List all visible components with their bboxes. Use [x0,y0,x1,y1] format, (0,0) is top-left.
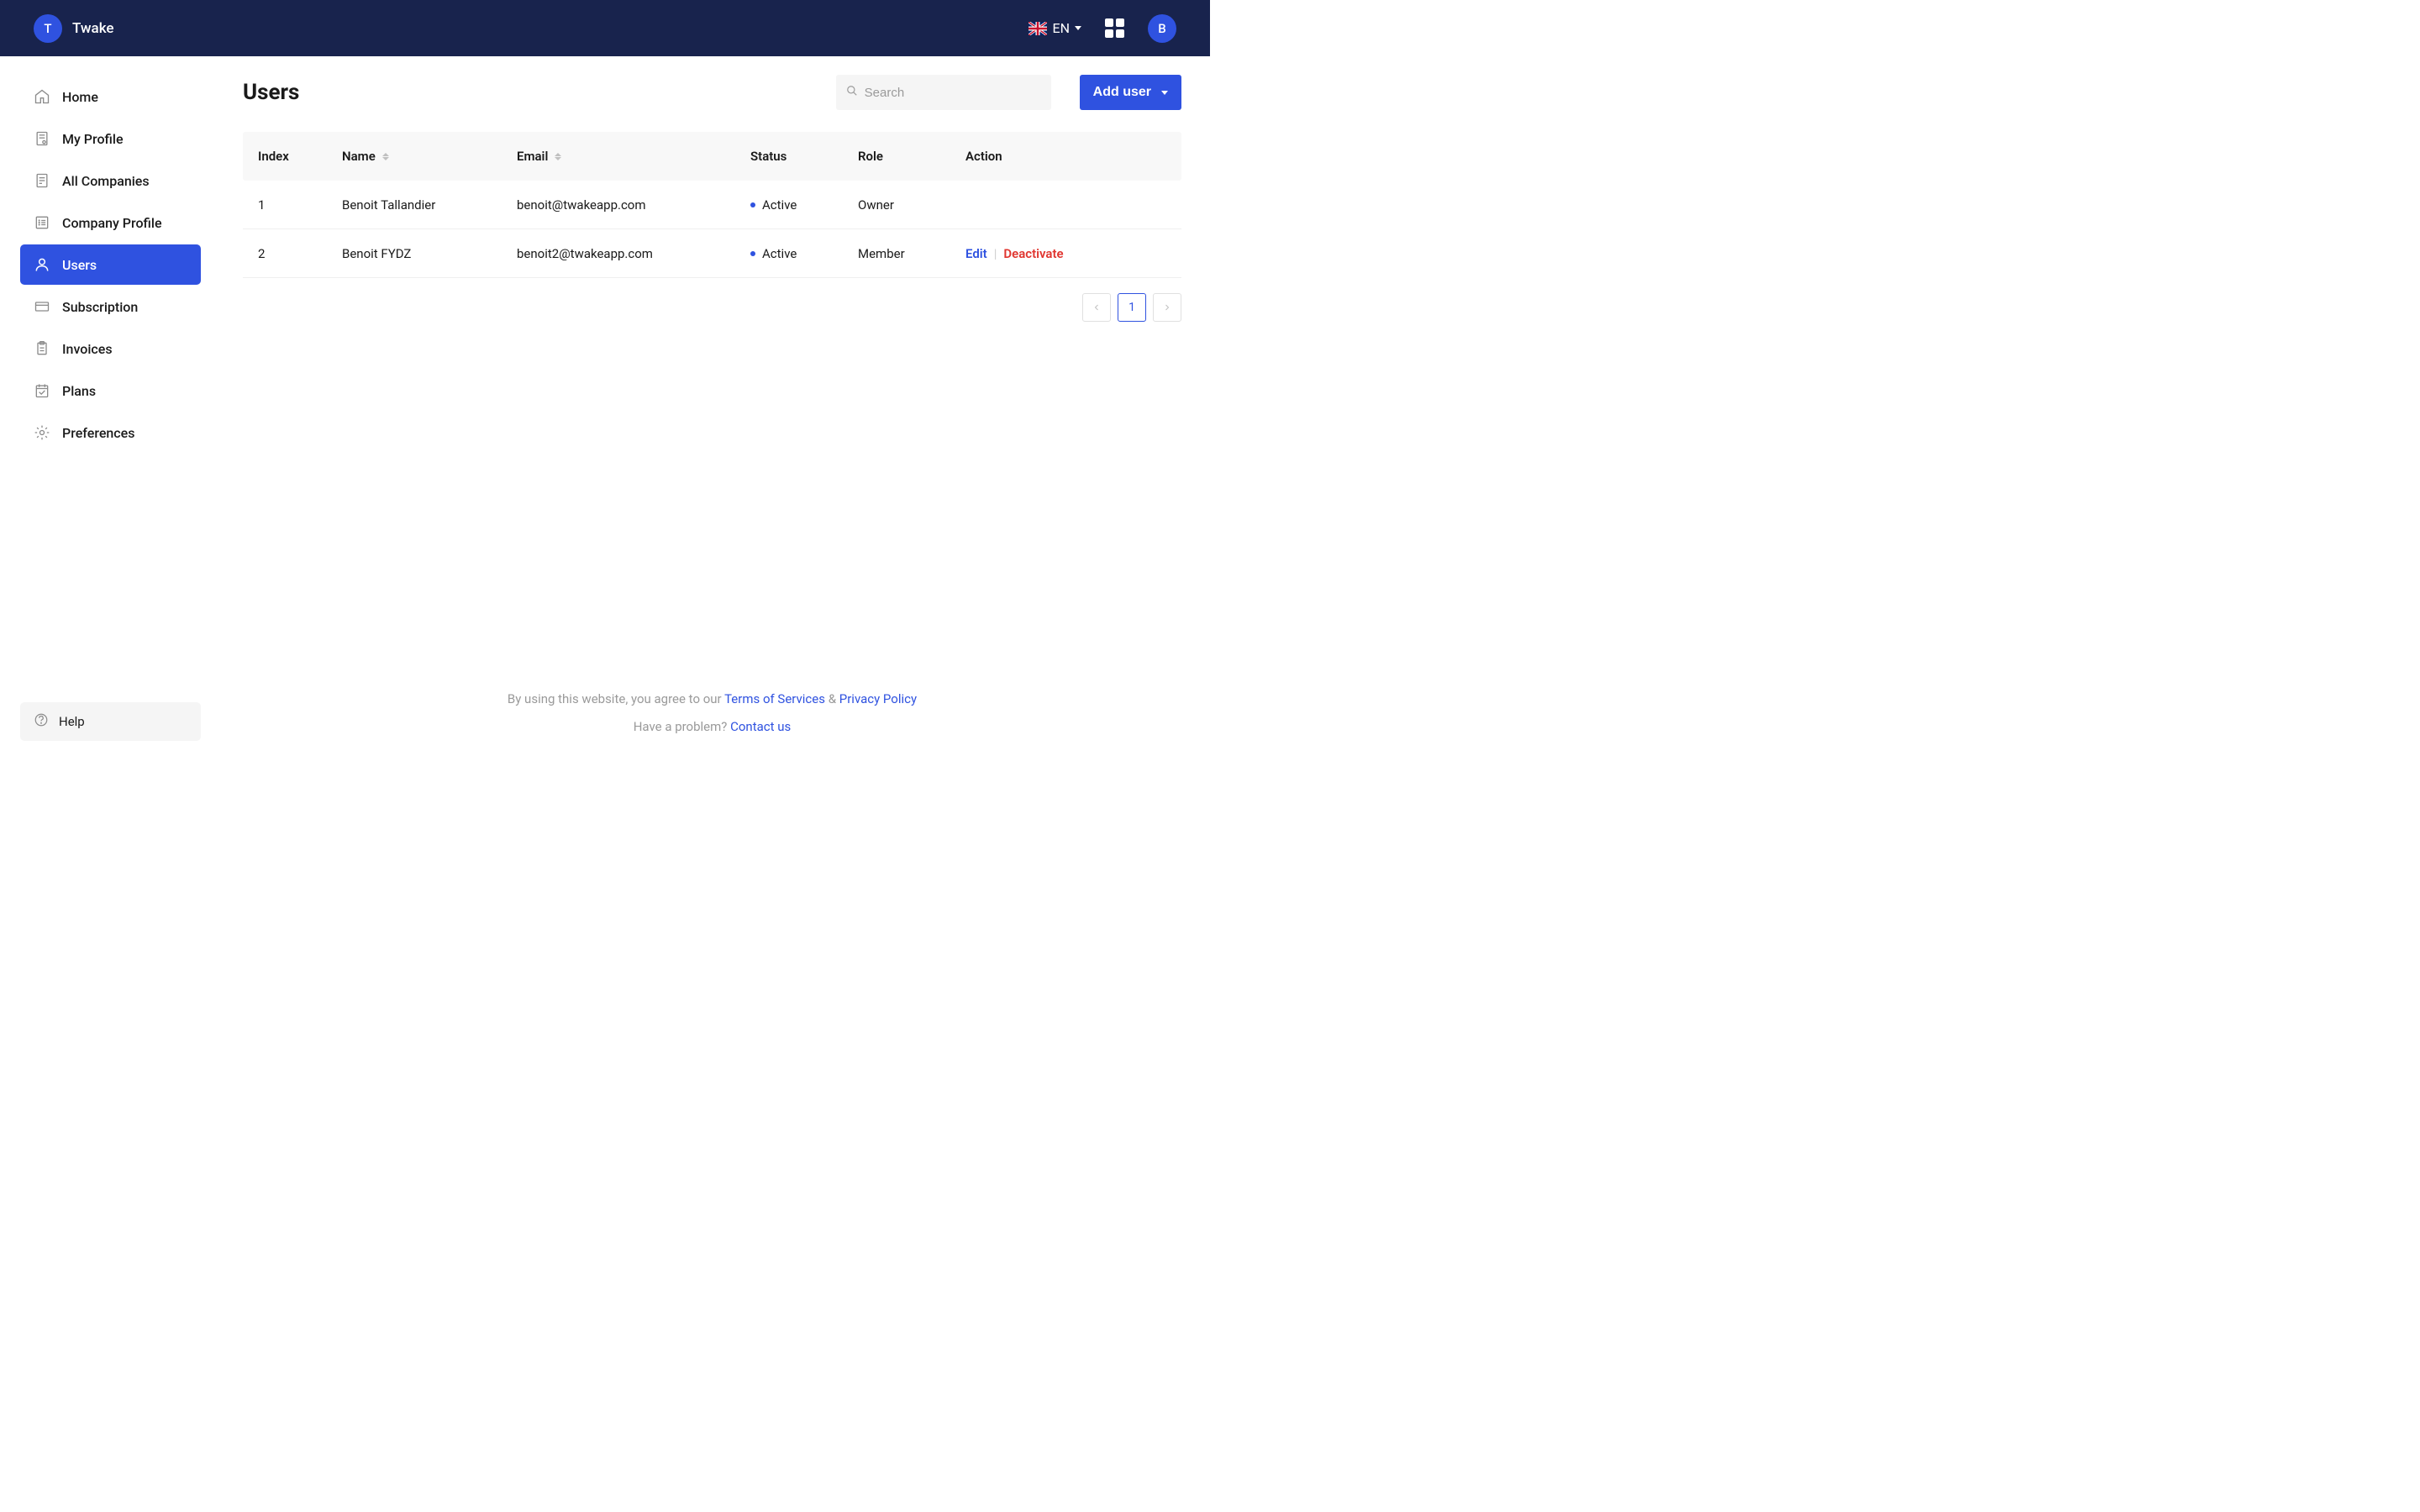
cell-status: Active [750,246,858,261]
apps-grid-icon[interactable] [1105,18,1124,38]
sidebar-item-label: Users [62,257,97,273]
add-user-button[interactable]: Add user [1080,75,1181,110]
header: T Twake EN B [0,0,1210,56]
document-icon [34,172,50,189]
status-dot-icon [750,202,755,207]
cell-action: Edit | Deactivate [965,246,1166,261]
col-email[interactable]: Email [517,149,750,164]
status-dot-icon [750,251,755,256]
cell-email: benoit2@twakeapp.com [517,246,750,261]
footer-prefix: By using this website, you agree to our [508,691,724,706]
terms-link[interactable]: Terms of Services [724,691,825,706]
help-button[interactable]: Help [20,702,201,741]
user-icon [34,256,50,273]
list-icon [34,214,50,231]
page-prev[interactable] [1082,293,1111,322]
header-right: EN B [1028,14,1176,43]
privacy-link[interactable]: Privacy Policy [839,691,917,706]
search-box[interactable] [836,75,1051,110]
header-left: T Twake [34,14,114,43]
cell-email: benoit@twakeapp.com [517,197,750,213]
calendar-check-icon [34,382,50,399]
cell-name: Benoit FYDZ [342,246,517,261]
caret-down-icon [1075,26,1081,30]
page-next[interactable] [1153,293,1181,322]
flag-uk-icon [1028,22,1047,35]
cell-name: Benoit Tallandier [342,197,517,213]
main-content: Users Add user Index Name [221,56,1210,756]
sidebar-item-label: Home [62,89,98,105]
help-label: Help [59,714,85,729]
sidebar-item-all-companies[interactable]: All Companies [20,160,201,201]
sidebar-item-plans[interactable]: Plans [20,370,201,411]
home-icon [34,88,50,105]
cell-index: 2 [258,246,342,261]
footer-problem-prefix: Have a problem? [634,719,730,734]
sidebar-item-label: Invoices [62,341,113,357]
card-icon [34,298,50,315]
page-actions: Add user [836,75,1181,110]
sidebar-item-my-profile[interactable]: My Profile [20,118,201,159]
pagination: 1 [243,293,1181,322]
page-header: Users Add user [243,75,1181,110]
deactivate-link[interactable]: Deactivate [1003,246,1063,261]
table-row: 1Benoit Tallandierbenoit@twakeapp.comAct… [243,181,1181,229]
footer-amp: & [825,691,839,706]
profile-doc-icon [34,130,50,147]
table-body: 1Benoit Tallandierbenoit@twakeapp.comAct… [243,181,1181,278]
caret-down-icon [1161,91,1168,95]
sidebar-item-users[interactable]: Users [20,244,201,285]
sidebar-item-label: Subscription [62,299,138,315]
search-icon [846,85,858,100]
action-divider: | [994,246,997,261]
sidebar: Home My Profile All Companies Company Pr… [0,56,221,756]
sidebar-item-preferences[interactable]: Preferences [20,412,201,453]
table-header: Index Name Email Status Role Action [243,132,1181,181]
search-input[interactable] [865,86,1041,100]
col-action: Action [965,149,1166,164]
sidebar-item-label: Preferences [62,425,134,441]
sidebar-item-invoices[interactable]: Invoices [20,328,201,369]
sort-icon [555,153,561,160]
table-row: 2Benoit FYDZbenoit2@twakeapp.comActiveMe… [243,229,1181,278]
cell-role: Member [858,246,965,261]
footer: By using this website, you agree to our … [243,685,1181,741]
page-1[interactable]: 1 [1118,293,1146,322]
invoice-icon [34,340,50,357]
col-name[interactable]: Name [342,149,517,164]
app-avatar[interactable]: T [34,14,62,43]
add-user-label: Add user [1093,85,1151,100]
col-index[interactable]: Index [258,149,342,164]
sidebar-item-subscription[interactable]: Subscription [20,286,201,327]
app-name: Twake [72,20,114,37]
col-role[interactable]: Role [858,149,965,164]
sidebar-item-label: My Profile [62,131,124,147]
users-table: Index Name Email Status Role Action 1Ben… [243,132,1181,278]
cell-role: Owner [858,197,965,213]
col-status[interactable]: Status [750,149,858,164]
cell-status: Active [750,197,858,213]
gear-icon [34,424,50,441]
edit-link[interactable]: Edit [965,246,987,261]
page-title: Users [243,80,299,105]
help-icon [34,712,49,731]
sidebar-item-label: All Companies [62,173,150,189]
sidebar-item-label: Company Profile [62,215,162,231]
language-selector[interactable]: EN [1028,20,1081,36]
sidebar-item-company-profile[interactable]: Company Profile [20,202,201,243]
user-avatar[interactable]: B [1148,14,1176,43]
sidebar-item-label: Plans [62,383,96,399]
language-label: EN [1052,20,1070,36]
cell-index: 1 [258,197,342,213]
sort-icon [382,153,389,160]
contact-link[interactable]: Contact us [730,719,791,734]
sidebar-item-home[interactable]: Home [20,76,201,117]
